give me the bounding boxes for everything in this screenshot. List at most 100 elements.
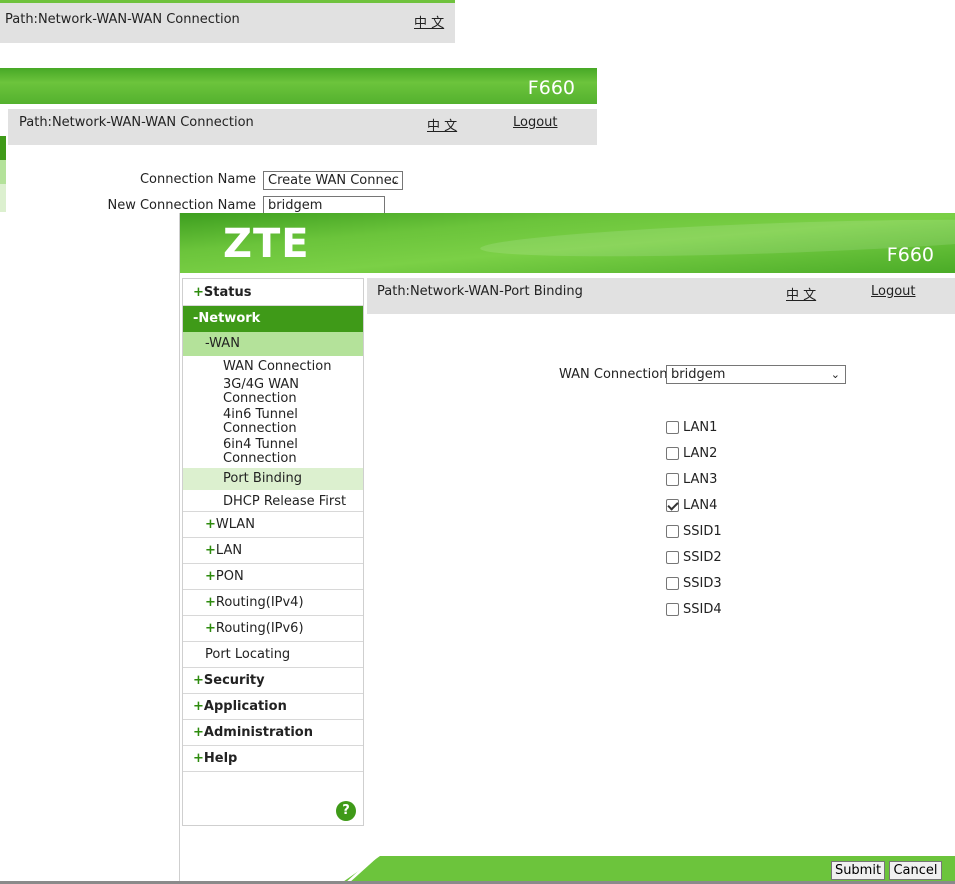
expand-icon: + (205, 543, 216, 558)
background-window-2: F660 Path:Network-WAN-WAN Connection 中 文… (0, 68, 597, 216)
sidebar-item-6in4-tunnel[interactable]: 6in4 Tunnel Connection (183, 438, 363, 466)
wan-connection-value: bridgem (671, 367, 726, 382)
bg2-sidebar-stub (0, 160, 6, 184)
port-checkbox-row[interactable]: LAN4 (666, 496, 717, 514)
expand-icon: + (193, 751, 204, 766)
port-checkbox-label: LAN3 (683, 471, 718, 487)
chevron-down-icon: ⌄ (389, 174, 399, 187)
port-checkbox-row[interactable]: SSID2 (666, 548, 722, 566)
sidebar-item-port-binding[interactable]: Port Binding (183, 468, 363, 490)
port-checkbox-label: LAN1 (683, 419, 718, 435)
sidebar-item-label: Administration (203, 725, 313, 740)
logout-link[interactable]: Logout (871, 284, 916, 299)
wan-connection-select[interactable]: bridgem ⌄ (666, 365, 846, 384)
sidebar-item-wan[interactable]: -WAN (183, 332, 363, 356)
sidebar-item-label: 4in6 Tunnel (223, 407, 298, 422)
port-checkbox-row[interactable]: LAN3 (666, 470, 717, 488)
help-icon[interactable]: ? (336, 801, 356, 821)
sidebar-item-wan-connection[interactable]: WAN Connection (183, 360, 363, 374)
expand-icon: + (193, 285, 204, 300)
port-checkbox[interactable] (666, 420, 679, 434)
bg2-new-connection-name-label: New Connection Name (107, 198, 256, 213)
sidebar-item-label: WLAN (215, 517, 255, 532)
bg2-connection-name-value: Create WAN Connec (268, 173, 399, 188)
sidebar-item-label: 3G/4G WAN (223, 377, 299, 392)
chevron-down-icon: ⌄ (830, 368, 840, 381)
main-window: ZTE F660 +Status -Network -WAN WAN Conne… (179, 213, 955, 884)
model-name: F660 (886, 244, 934, 266)
sidebar-item-label: Routing(IPv4) (215, 595, 304, 610)
header-banner: ZTE F660 (180, 213, 955, 273)
breadcrumb: Path:Network-WAN-Port Binding (377, 284, 583, 299)
bg2-language-link[interactable]: 中 文 (427, 115, 457, 134)
sidebar-item-application[interactable]: +Application (183, 694, 363, 720)
bg1-path: Path:Network-WAN-WAN Connection (5, 12, 240, 27)
port-checkbox[interactable] (666, 550, 679, 564)
sidebar-item-routing-ipv4[interactable]: +Routing(IPv4) (183, 590, 363, 616)
sidebar-item-security[interactable]: +Security (183, 668, 363, 694)
sidebar-item-4in6-tunnel[interactable]: 4in6 Tunnel Connection (183, 408, 363, 436)
wan-connection-label: WAN Connection (559, 367, 668, 382)
bg2-connection-name-select[interactable]: Create WAN Connec ⌄ (263, 171, 403, 190)
cancel-button[interactable]: Cancel (889, 861, 942, 880)
port-checkbox[interactable] (666, 524, 679, 538)
port-checkbox-label: SSID4 (683, 601, 722, 617)
bg2-model: F660 (527, 77, 575, 99)
bg2-banner: F660 (0, 68, 597, 104)
port-checkbox-row[interactable]: SSID1 (666, 522, 722, 540)
top-accent-line (0, 0, 455, 3)
sidebar-item-3g4g-wan-connection[interactable]: 3G/4G WAN Connection (183, 378, 363, 406)
language-link[interactable]: 中 文 (786, 284, 816, 303)
bg2-sidebar-stub (0, 136, 6, 160)
sidebar-item-help[interactable]: +Help (183, 746, 363, 772)
sidebar-item-label: Status (203, 285, 252, 300)
expand-icon: + (193, 673, 204, 688)
expand-icon: + (205, 595, 216, 610)
bg2-sidebar-stub (0, 184, 6, 212)
bg2-path: Path:Network-WAN-WAN Connection (19, 115, 254, 130)
port-checkbox[interactable] (666, 576, 679, 590)
sidebar-item-label: Security (203, 673, 265, 688)
sidebar-item-status[interactable]: +Status (183, 280, 363, 306)
background-window-1: Path:Network-WAN-WAN Connection 中 文 (0, 0, 455, 43)
sidebar-item-port-locating[interactable]: Port Locating (183, 642, 363, 668)
port-checkbox-label: LAN2 (683, 445, 718, 461)
expand-icon: + (205, 517, 216, 532)
port-checkbox-row[interactable]: LAN1 (666, 418, 717, 436)
expand-icon: + (205, 569, 216, 584)
port-checkbox-row[interactable]: LAN2 (666, 444, 717, 462)
sidebar-item-label: Help (203, 751, 238, 766)
sidebar-item-routing-ipv6[interactable]: +Routing(IPv6) (183, 616, 363, 642)
port-checkbox-row[interactable]: SSID4 (666, 600, 722, 618)
sidebar-item-label: PON (215, 569, 244, 584)
sidebar-item-label: Routing(IPv6) (215, 621, 304, 636)
expand-icon: + (193, 699, 204, 714)
port-checkbox[interactable] (666, 472, 679, 486)
sidebar-item-wlan[interactable]: +WLAN (183, 512, 363, 538)
bg1-language-link[interactable]: 中 文 (414, 12, 444, 31)
bg2-logout-link[interactable]: Logout (513, 115, 558, 130)
port-checkbox-label: SSID3 (683, 575, 722, 591)
sidebar-item-label: Application (203, 699, 287, 714)
expand-icon: + (193, 725, 204, 740)
bg2-connection-name-label: Connection Name (139, 172, 256, 187)
path-bar: Path:Network-WAN-Port Binding 中 文 Logout (367, 278, 955, 314)
port-checkbox-label: SSID1 (683, 523, 722, 539)
sidebar-item-network[interactable]: -Network (183, 306, 363, 332)
port-checkbox-label: LAN4 (683, 497, 718, 513)
expand-icon: + (205, 621, 216, 636)
port-checkbox[interactable] (666, 446, 679, 460)
port-checkbox-row[interactable]: SSID3 (666, 574, 722, 592)
sidebar-item-dhcp-release-first[interactable]: DHCP Release First (183, 492, 363, 512)
port-checkbox[interactable] (666, 602, 679, 616)
bg2-pathbar: Path:Network-WAN-WAN Connection 中 文 Logo… (8, 109, 597, 145)
sidebar-item-label: 6in4 Tunnel (223, 437, 298, 452)
port-checkbox[interactable] (666, 498, 679, 512)
sidebar-item-pon[interactable]: +PON (183, 564, 363, 590)
sidebar-item-lan[interactable]: +LAN (183, 538, 363, 564)
sidebar-item-administration[interactable]: +Administration (183, 720, 363, 746)
submit-button[interactable]: Submit (831, 861, 885, 880)
sidebar-item-label: Connection (223, 391, 297, 406)
sidebar: +Status -Network -WAN WAN Connection 3G/… (182, 278, 364, 826)
sidebar-item-label: Connection (223, 421, 297, 436)
